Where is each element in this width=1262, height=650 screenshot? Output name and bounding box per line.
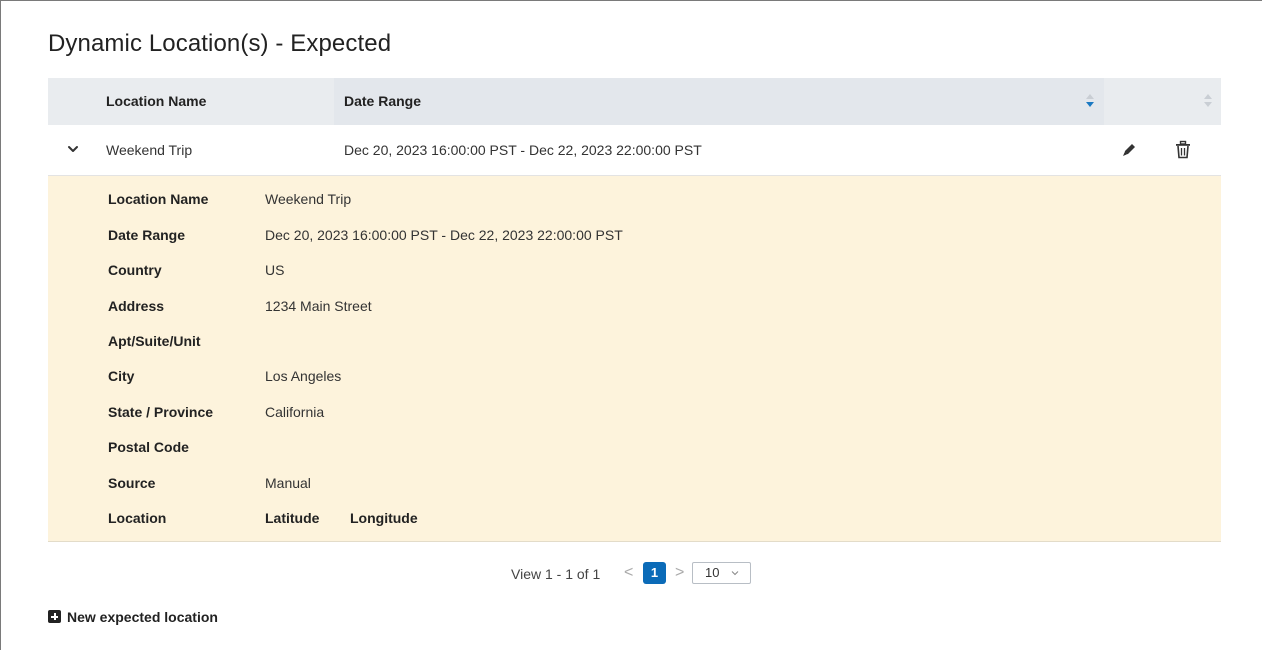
detail-value-address: 1234 Main Street: [265, 298, 372, 314]
locations-table: Location Name Date Range Weekend Trip De…: [48, 78, 1221, 542]
page-size-select[interactable]: 10: [692, 562, 751, 584]
sort-desc-icon[interactable]: [1085, 94, 1095, 110]
detail-value-date-range: Dec 20, 2023 16:00:00 PST - Dec 22, 2023…: [265, 227, 623, 243]
previous-page-button[interactable]: <: [624, 564, 633, 582]
detail-label-source: Source: [108, 475, 156, 491]
detail-label-date-range: Date Range: [108, 227, 186, 243]
current-page-button[interactable]: 1: [643, 562, 666, 584]
row-date-range: Dec 20, 2023 16:00:00 PST - Dec 22, 2023…: [344, 142, 702, 158]
sort-icon[interactable]: [1203, 94, 1213, 110]
chevron-down-icon[interactable]: [66, 142, 80, 156]
next-page-button[interactable]: >: [675, 564, 684, 582]
detail-label-country: Country: [108, 262, 162, 278]
window-border-left: [0, 0, 1, 650]
detail-label-apt: Apt/Suite/Unit: [108, 333, 201, 349]
detail-value-city: Los Angeles: [265, 368, 342, 384]
column-header-location-name[interactable]: Location Name: [106, 78, 206, 125]
plus-icon: [48, 610, 61, 623]
location-detail-panel: Location Name Weekend Trip Date Range De…: [48, 176, 1221, 542]
detail-value-source: Manual: [265, 475, 311, 491]
detail-label-city: City: [108, 368, 135, 384]
column-header-date-range[interactable]: Date Range: [344, 78, 421, 125]
pagination-summary: View 1 - 1 of 1: [511, 566, 601, 582]
detail-label-address: Address: [108, 298, 165, 314]
pencil-icon[interactable]: [1120, 141, 1138, 159]
detail-value-country: US: [265, 262, 285, 278]
page-title: Dynamic Location(s) - Expected: [48, 30, 392, 57]
new-expected-location-label: New expected location: [67, 609, 218, 625]
trash-icon[interactable]: [1174, 140, 1192, 160]
detail-label-location: Location: [108, 510, 167, 526]
window-border-top: [0, 0, 1262, 1]
row-location-name: Weekend Trip: [106, 142, 193, 158]
detail-label-location-name: Location Name: [108, 191, 209, 207]
detail-value-state: California: [265, 404, 325, 420]
detail-label-latitude: Latitude: [265, 510, 320, 526]
table-header: Location Name Date Range: [48, 78, 1221, 125]
pagination: View 1 - 1 of 1 < 1 > 10: [0, 561, 1262, 587]
table-row[interactable]: Weekend Trip Dec 20, 2023 16:00:00 PST -…: [48, 125, 1221, 176]
page-size-value: 10: [705, 565, 720, 580]
sorted-column-highlight: [334, 78, 1104, 125]
chevron-down-icon: [731, 571, 739, 576]
detail-label-longitude: Longitude: [350, 510, 418, 526]
detail-label-postal-code: Postal Code: [108, 439, 189, 455]
detail-label-state: State / Province: [108, 404, 214, 420]
detail-value-location-name: Weekend Trip: [265, 191, 352, 207]
